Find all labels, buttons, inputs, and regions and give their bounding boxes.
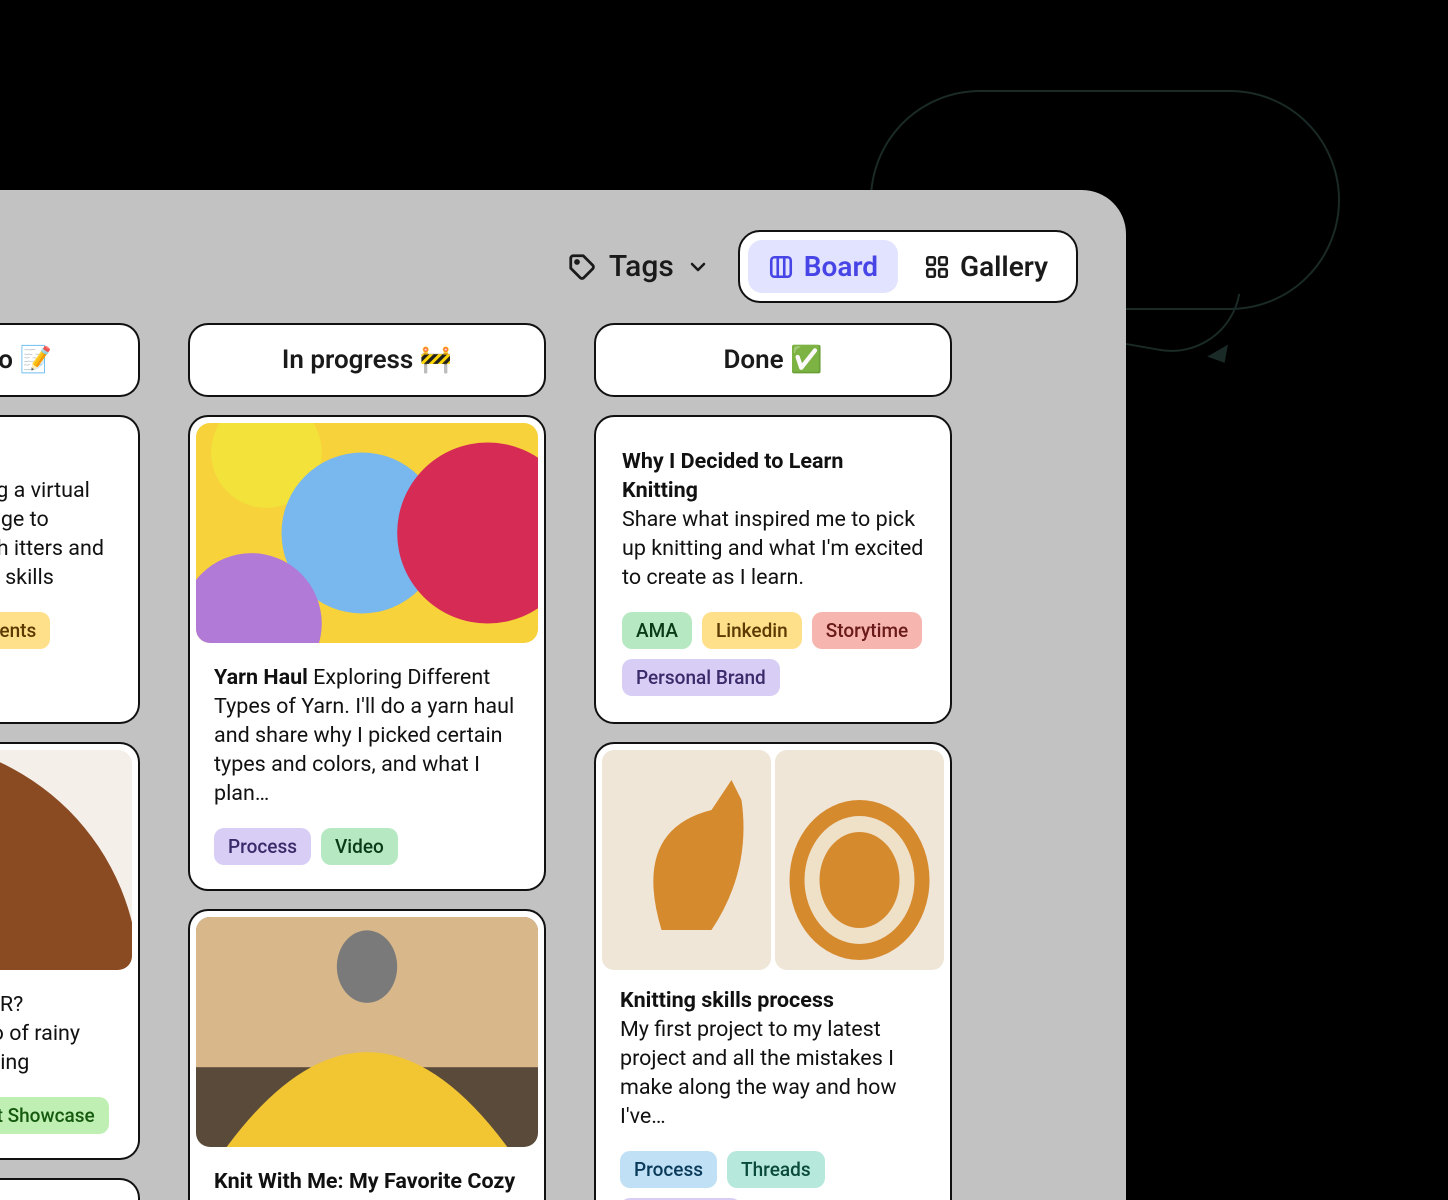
- card[interactable]: Why I Decided to Learn Knitting Share wh…: [594, 415, 952, 724]
- tag[interactable]: Process: [214, 828, 311, 865]
- card-title: Why I Decided to Learn Knitting: [622, 449, 843, 503]
- column-inprogress: In progress 🚧 Yarn Haul Exploring Differ…: [188, 323, 546, 1200]
- card-tags: Product Showcase: [0, 1097, 114, 1134]
- card[interactable]: ting be ASMR? Relaxing, ieo of rainy day…: [0, 742, 140, 1160]
- view-board-button[interactable]: Board: [748, 240, 898, 293]
- tags-label: Tags: [609, 249, 674, 284]
- tag[interactable]: Personal Brand: [622, 659, 780, 696]
- view-toggle: Board Gallery: [738, 230, 1078, 303]
- view-gallery-label: Gallery: [960, 250, 1048, 283]
- tag[interactable]: Storytime: [812, 612, 922, 649]
- card[interactable]: Knitting skills process My first project…: [594, 742, 952, 1200]
- card[interactable]: Yarn Haul Exploring Different Types of Y…: [188, 415, 546, 891]
- card-tags: Process Video: [214, 828, 520, 865]
- gallery-icon: [924, 254, 950, 280]
- card[interactable]: s …out hosting a virtual knit- challenge…: [0, 415, 140, 724]
- card-desc: Share what inspired me to pick up knitti…: [622, 505, 924, 592]
- column-todo: To Do 📝 s …out hosting a virtual knit- c…: [0, 323, 140, 1200]
- card-tags: Process Threads Text based: [620, 1151, 926, 1200]
- column-done: Done ✅ Why I Decided to Learn Knitting S…: [594, 323, 952, 1200]
- tag[interactable]: Threads: [727, 1151, 825, 1188]
- view-gallery-button[interactable]: Gallery: [904, 240, 1068, 293]
- card[interactable]: ng a Gift for a Friend ment knitting a g…: [0, 1178, 140, 1200]
- card-image: [196, 917, 538, 1147]
- tag[interactable]: Process: [620, 1151, 717, 1188]
- tag[interactable]: Product Showcase: [0, 1097, 109, 1134]
- tag[interactable]: Video: [321, 828, 398, 865]
- tag[interactable]: Events: [0, 612, 50, 649]
- card-image: [0, 750, 132, 970]
- card-title: Yarn Haul: [214, 665, 308, 690]
- view-board-label: Board: [804, 250, 878, 283]
- toolbar: Tags Board Gallery: [0, 190, 1126, 323]
- card-desc: …out hosting a virtual knit- challenge t…: [0, 476, 112, 592]
- card-desc: ting be ASMR? Relaxing, ieo of rainy day…: [0, 990, 114, 1077]
- column-header: To Do 📝: [0, 323, 140, 397]
- card-tags: unity Events Challenge: [0, 612, 112, 696]
- card-image: [602, 750, 944, 970]
- tag[interactable]: Linkedin: [702, 612, 802, 649]
- tags-dropdown[interactable]: Tags: [567, 249, 710, 284]
- card-image: [196, 423, 538, 643]
- board-columns: To Do 📝 s …out hosting a virtual knit- c…: [0, 323, 1126, 1200]
- column-header: Done ✅: [594, 323, 952, 397]
- card-title: Knitting skills process: [620, 988, 834, 1013]
- column-header: In progress 🚧: [188, 323, 546, 397]
- board-icon: [768, 254, 794, 280]
- app-panel: Tags Board Gallery To Do 📝 s …out hostin…: [0, 190, 1126, 1200]
- card-title: Knit With Me: My Favorite Cozy Spots: [214, 1169, 515, 1200]
- tag-icon: [567, 252, 597, 282]
- tag[interactable]: AMA: [622, 612, 692, 649]
- card[interactable]: Knit With Me: My Favorite Cozy Spots Fil…: [188, 909, 546, 1200]
- chevron-down-icon: [686, 255, 710, 279]
- card-tags: AMA Linkedin Storytime Personal Brand: [622, 612, 924, 696]
- card-desc: My first project to my latest project an…: [620, 1015, 926, 1131]
